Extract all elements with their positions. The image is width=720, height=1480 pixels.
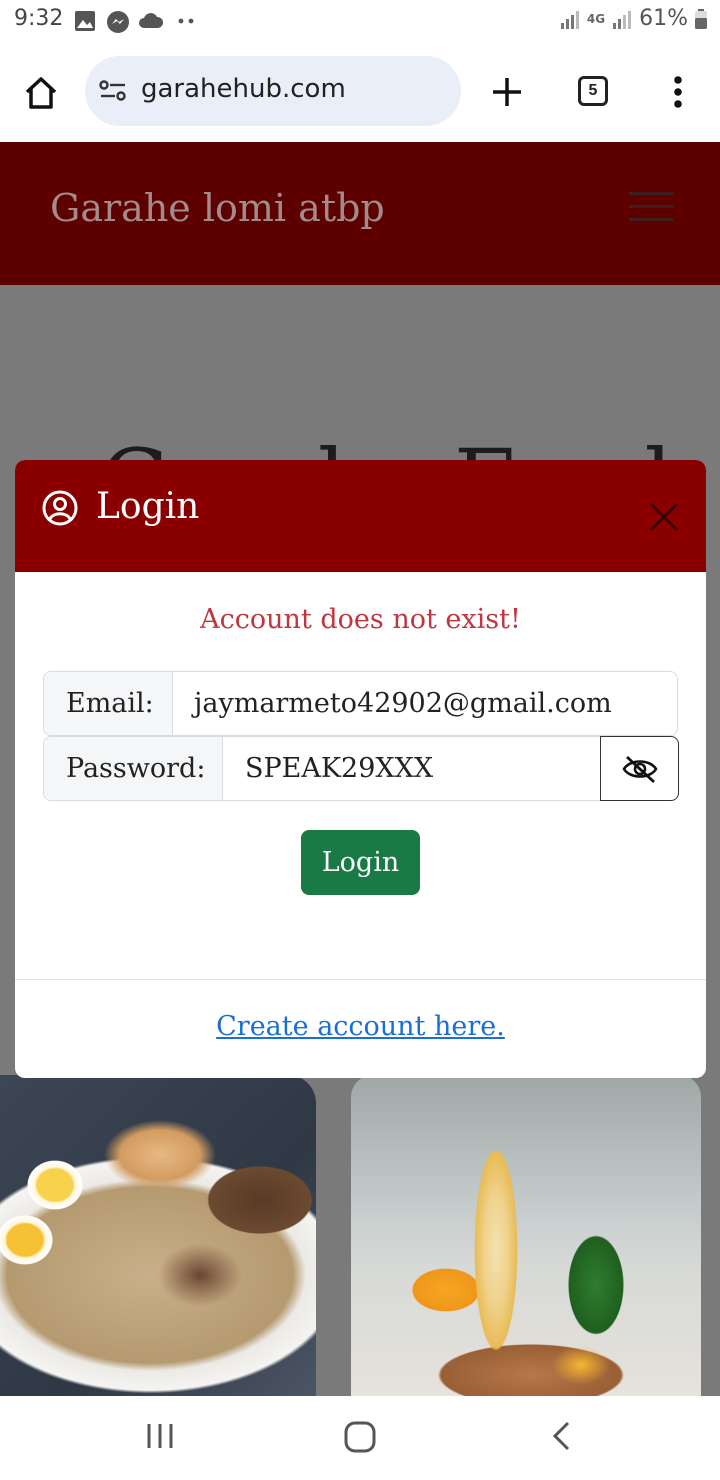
email-input-group: Email: jaymarmeto42902@gmail.com bbox=[43, 671, 678, 736]
hamburger-menu-icon[interactable] bbox=[629, 192, 673, 228]
email-label: Email: bbox=[44, 672, 173, 735]
toggle-password-button[interactable] bbox=[600, 736, 679, 801]
status-time: 9:32 bbox=[14, 6, 64, 31]
error-message: Account does not exist! bbox=[200, 604, 521, 635]
new-tab-button[interactable] bbox=[487, 72, 527, 112]
status-right: 4G 61% bbox=[559, 6, 708, 31]
create-account-link[interactable]: Create account here. bbox=[15, 1011, 706, 1042]
recent-apps-icon[interactable] bbox=[144, 1420, 176, 1452]
tabs-button[interactable]: 5 bbox=[578, 76, 610, 108]
modal-title: Login bbox=[96, 486, 200, 527]
email-field[interactable]: jaymarmeto42902@gmail.com bbox=[194, 672, 612, 735]
more-dots-icon bbox=[178, 18, 194, 24]
home-nav-icon[interactable] bbox=[343, 1420, 377, 1454]
login-modal: Login Account does not exist! Email: jay… bbox=[15, 460, 706, 1078]
signal-icon bbox=[560, 10, 579, 29]
new-tab-icon bbox=[493, 78, 521, 106]
menu-icon bbox=[674, 76, 682, 108]
eye-slash-icon bbox=[621, 755, 658, 783]
back-icon[interactable] bbox=[548, 1420, 576, 1452]
user-circle-icon bbox=[42, 490, 78, 526]
password-input-group: Password: SPEAK29XXX bbox=[43, 736, 679, 801]
modal-header: Login bbox=[15, 460, 706, 572]
status-bar: 9:32 4G 61% bbox=[0, 0, 720, 44]
browser-menu-button[interactable] bbox=[664, 72, 692, 112]
battery-icon bbox=[695, 8, 707, 29]
password-label: Password: bbox=[44, 737, 223, 800]
lomi-food-image bbox=[0, 1075, 316, 1396]
battery-percent: 61% bbox=[639, 6, 688, 31]
mango-drink-image bbox=[351, 1075, 701, 1396]
cloud-icon bbox=[139, 13, 164, 28]
modal-footer-divider bbox=[15, 979, 706, 980]
home-icon bbox=[25, 77, 57, 109]
url-text: garahehub.com bbox=[141, 74, 346, 104]
messenger-icon bbox=[107, 11, 129, 33]
tabs-icon: 5 bbox=[578, 76, 608, 106]
signal-icon-2 bbox=[613, 10, 632, 29]
android-nav-bar bbox=[0, 1396, 720, 1480]
browser-toolbar: garahehub.com 5 bbox=[0, 44, 720, 142]
close-icon[interactable] bbox=[645, 498, 683, 536]
network-type: 4G bbox=[586, 11, 606, 26]
site-settings-icon[interactable] bbox=[99, 80, 127, 102]
password-field[interactable]: SPEAK29XXX bbox=[245, 737, 433, 800]
site-header: Garahe lomi atbp bbox=[0, 142, 720, 285]
login-button[interactable]: Login bbox=[301, 830, 420, 895]
site-title[interactable]: Garahe lomi atbp bbox=[50, 186, 385, 230]
image-icon bbox=[75, 11, 95, 31]
home-button[interactable] bbox=[18, 70, 64, 116]
address-bar[interactable]: garahehub.com bbox=[85, 56, 461, 126]
